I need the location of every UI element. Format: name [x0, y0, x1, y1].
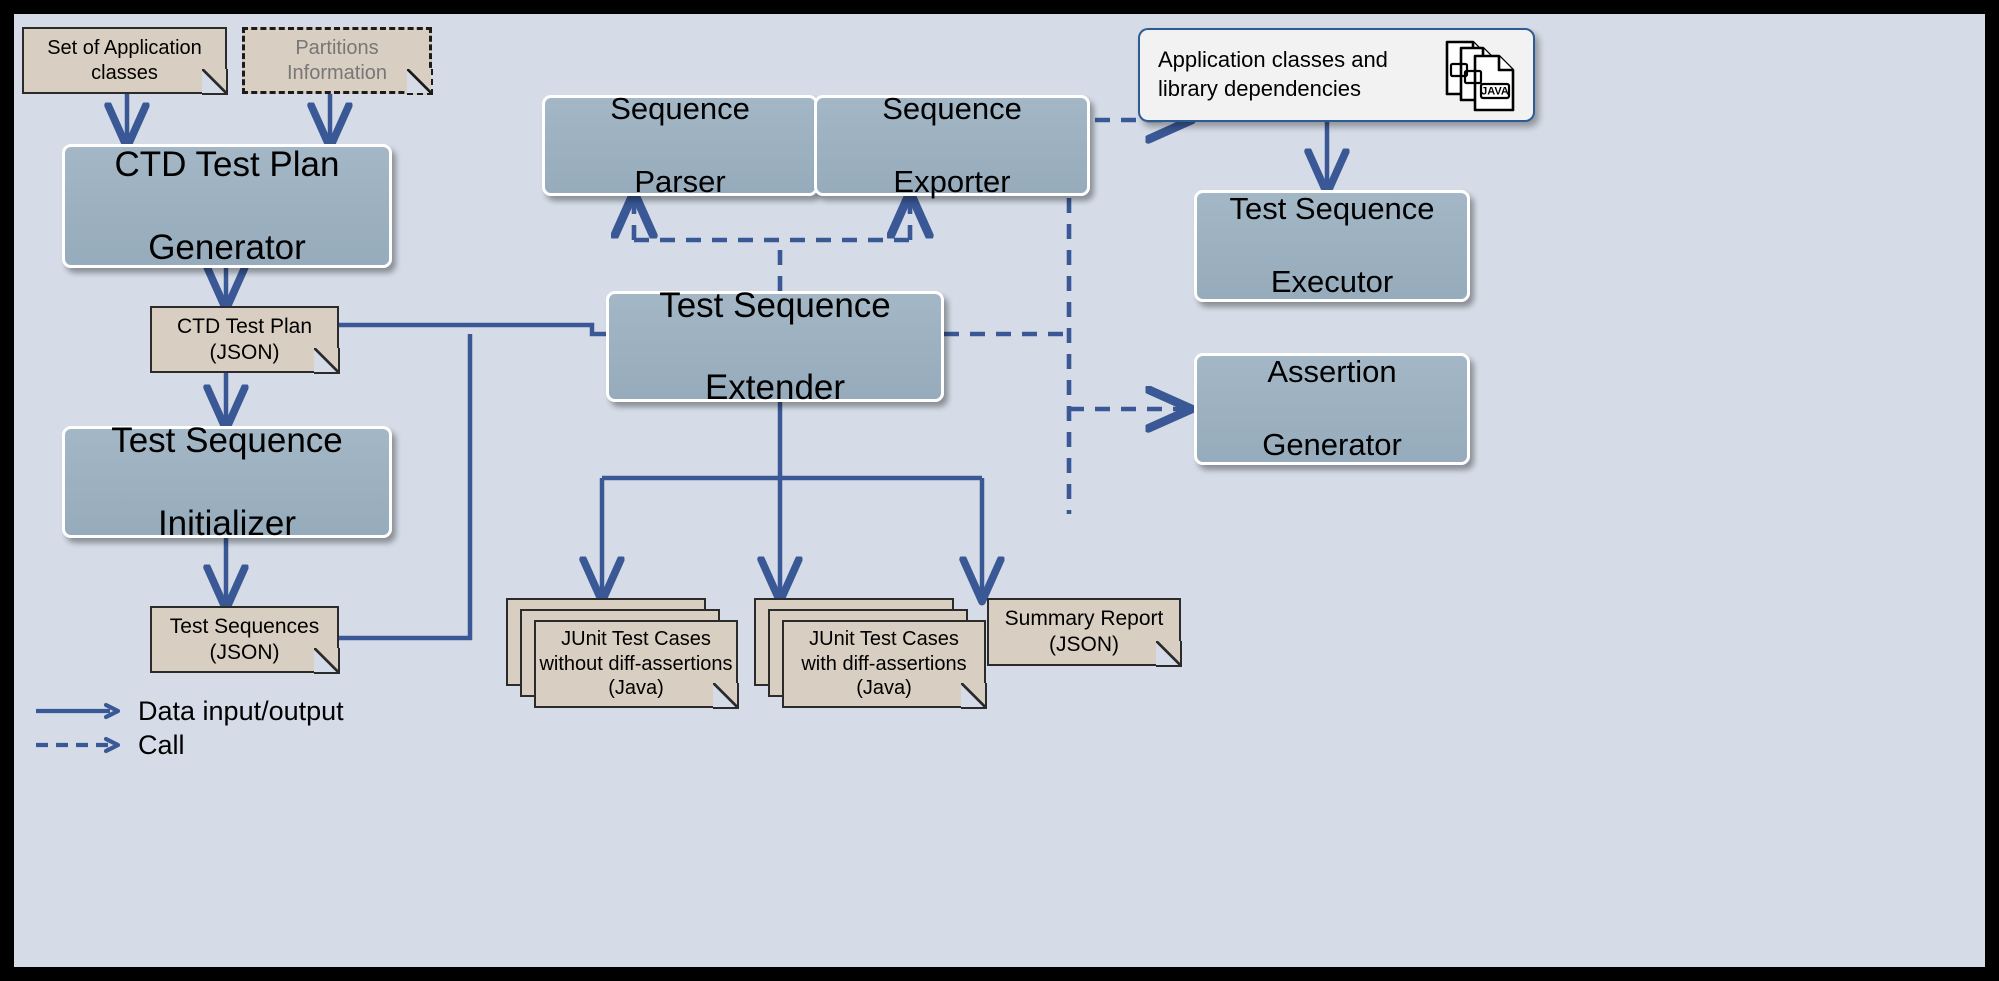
node-label-line1: Test Sequence — [111, 421, 343, 461]
java-files-icon: JAVA — [1443, 38, 1523, 116]
dashed-arrow-icon — [32, 735, 124, 755]
node-label: JUnit Test Cases without diff-assertions… — [534, 620, 738, 708]
node-label-line1: Application classes and — [1158, 47, 1388, 73]
node-ctd-test-plan-json[interactable]: CTD Test Plan (JSON) — [150, 306, 340, 374]
legend-label: Call — [138, 729, 185, 760]
node-junit-with-diff-assertions[interactable]: JUnit Test Cases with diff-assertions (J… — [754, 598, 987, 709]
node-summary-report-json[interactable]: Summary Report (JSON) — [987, 598, 1182, 667]
node-label: Sequence Exporter — [870, 91, 1034, 201]
java-icon-label: JAVA — [1481, 86, 1509, 98]
node-label: Sequence Parser — [598, 91, 762, 201]
node-label-line1: JUnit Test Cases — [809, 628, 959, 651]
node-label-line2: with diff-assertions — [801, 652, 967, 675]
node-label: Test Sequence Extender — [647, 285, 903, 409]
node-label-line2: library dependencies — [1158, 76, 1362, 101]
node-label-line1: Test Sequences — [169, 614, 320, 638]
node-label: Test Sequences (JSON) — [150, 606, 339, 673]
diagram-stage: Set of Application classes Partitions In… — [14, 14, 1985, 967]
legend: Data input/output Call — [32, 694, 344, 762]
node-test-sequences-json[interactable]: Test Sequences (JSON) — [150, 606, 340, 674]
node-label-line1: Summary Report — [1004, 607, 1164, 631]
node-label-line2: classes — [91, 61, 158, 84]
node-label-line2: without diff-assertions — [539, 652, 733, 675]
node-sequence-parser[interactable]: Sequence Parser — [542, 91, 818, 199]
node-label: CTD Test Plan (JSON) — [150, 306, 339, 373]
node-label-line1: Partitions — [295, 37, 379, 60]
node-label-line1: Test Sequence — [659, 285, 891, 325]
node-label-line1: Sequence — [882, 90, 1022, 126]
solid-arrow-icon — [32, 701, 124, 721]
node-test-sequence-extender[interactable]: Test Sequence Extender — [606, 286, 944, 407]
node-label-line2: (JSON) — [1049, 633, 1119, 656]
node-application-classes-and-library-dependencies[interactable]: Application classes and library dependen… — [1138, 28, 1535, 122]
node-test-sequence-executor[interactable]: Test Sequence Executor — [1194, 190, 1470, 302]
node-label-line2: Information — [286, 61, 388, 84]
node-label-line3: (Java) — [608, 677, 664, 700]
node-label-line2: Executor — [1270, 264, 1394, 300]
node-label-line1: Sequence — [610, 90, 750, 126]
node-label: Partitions Information — [242, 27, 432, 94]
node-set-of-application-classes[interactable]: Set of Application classes — [22, 27, 228, 95]
node-label-line2: Generator — [1262, 427, 1402, 463]
node-label-line2: Exporter — [893, 163, 1011, 199]
node-label-line2: (JSON) — [209, 640, 280, 664]
node-label-line2: Parser — [634, 163, 726, 199]
node-junit-without-diff-assertions[interactable]: JUnit Test Cases without diff-assertions… — [506, 598, 739, 709]
node-label-line1: Set of Application — [47, 37, 202, 60]
node-assertion-generator[interactable]: Assertion Generator — [1194, 353, 1470, 465]
node-label-line2: Generator — [148, 227, 306, 267]
node-label-line1: Assertion — [1267, 354, 1397, 390]
node-partitions-information[interactable]: Partitions Information — [242, 27, 433, 95]
node-label-line2: Initializer — [157, 503, 297, 543]
node-label: Application classes and library dependen… — [1140, 46, 1388, 103]
node-label-line1: CTD Test Plan — [114, 145, 340, 185]
node-label-line1: Test Sequence — [1229, 191, 1435, 227]
legend-item-data-input-output: Data input/output — [32, 694, 344, 728]
node-label-line2: (JSON) — [209, 340, 280, 364]
diagram-canvas: Set of Application classes Partitions In… — [0, 0, 1999, 981]
node-test-sequence-initializer[interactable]: Test Sequence Initializer — [62, 421, 392, 543]
node-label-line2: Extender — [704, 368, 846, 408]
document-stack-front: JUnit Test Cases without diff-assertions… — [534, 620, 739, 709]
node-sequence-exporter[interactable]: Sequence Exporter — [814, 91, 1090, 199]
node-label: Test Sequence Initializer — [99, 420, 355, 544]
node-label: Summary Report (JSON) — [987, 598, 1181, 666]
node-label: CTD Test Plan Generator — [103, 144, 352, 268]
legend-item-call: Call — [32, 728, 344, 762]
node-label: Set of Application classes — [22, 27, 227, 94]
node-ctd-test-plan-generator[interactable]: CTD Test Plan Generator — [62, 144, 392, 268]
node-label: Test Sequence Executor — [1217, 191, 1446, 301]
node-label-line3: (Java) — [856, 677, 912, 700]
node-label-line1: CTD Test Plan — [177, 314, 312, 338]
legend-label: Data input/output — [138, 695, 344, 726]
node-label-line1: JUnit Test Cases — [561, 628, 711, 651]
document-stack-front: JUnit Test Cases with diff-assertions (J… — [782, 620, 987, 709]
node-label: Assertion Generator — [1250, 354, 1414, 464]
node-label: JUnit Test Cases with diff-assertions (J… — [782, 620, 986, 708]
